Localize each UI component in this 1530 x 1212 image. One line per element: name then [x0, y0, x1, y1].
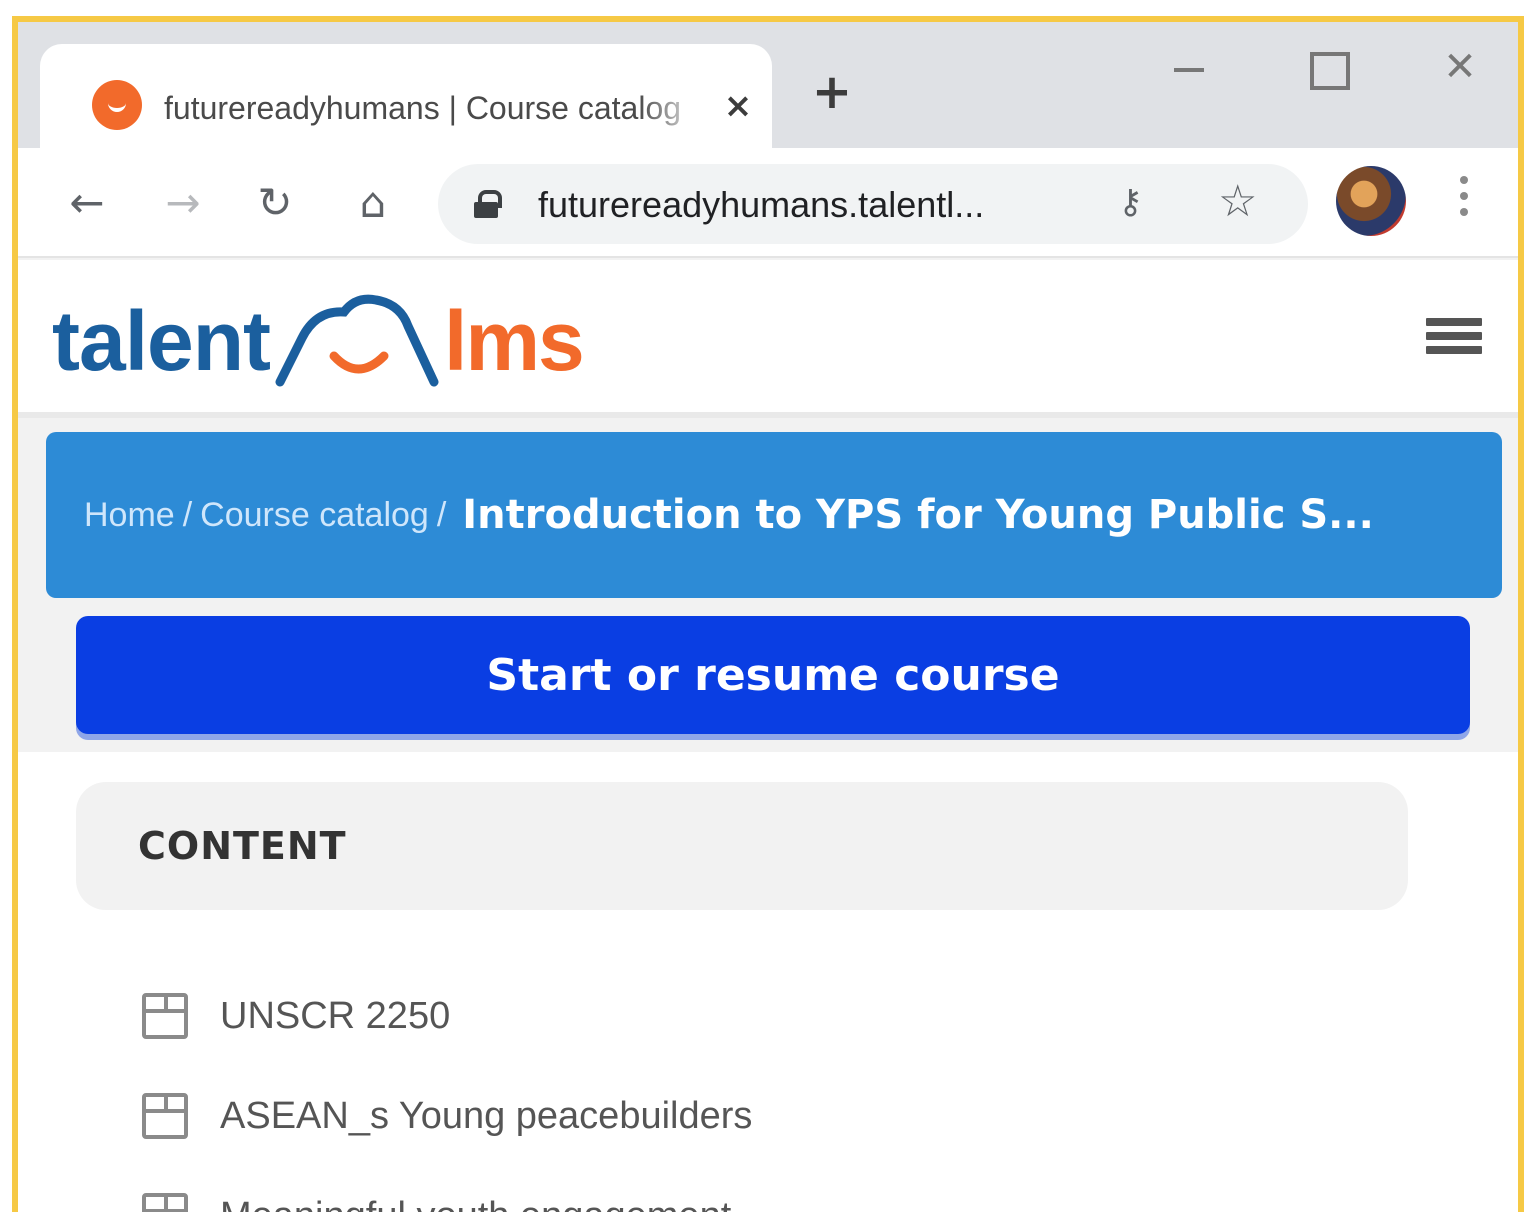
unit-content-icon — [142, 1093, 188, 1139]
back-arrow-icon[interactable]: ← — [62, 178, 112, 228]
unit-content-icon — [142, 993, 188, 1039]
breadcrumb: Home / Course catalog / Introduction to … — [46, 432, 1502, 598]
bookmark-star-icon[interactable]: ☆ — [1218, 176, 1257, 227]
content-header: CONTENT — [76, 782, 1408, 910]
home-icon[interactable]: ⌂ — [348, 178, 398, 228]
browser-tab[interactable]: futurereadyhumans | Course catalog × — [40, 44, 772, 154]
tab-strip: futurereadyhumans | Course catalog × + ✕ — [18, 22, 1518, 154]
start-resume-course-button[interactable]: Start or resume course — [76, 616, 1470, 734]
logo-text-lms: lms — [444, 294, 585, 388]
unit-list: UNSCR 2250 ASEAN_s Young peacebuilders M… — [142, 966, 1242, 1212]
forward-arrow-icon[interactable]: → — [158, 178, 208, 228]
lock-icon[interactable] — [474, 190, 502, 218]
browser-window: futurereadyhumans | Course catalog × + ✕… — [12, 16, 1524, 1212]
window-close-button[interactable]: ✕ — [1430, 44, 1490, 94]
site-header: talent lms — [18, 260, 1518, 418]
address-bar[interactable]: futurereadyhumans.talentl... ⚷ ☆ — [438, 164, 1308, 244]
list-item[interactable]: ASEAN_s Young peacebuilders — [142, 1066, 1242, 1166]
content-title: CONTENT — [138, 824, 347, 868]
course-content-section: CONTENT UNSCR 2250 ASEAN_s Young peacebu… — [18, 752, 1518, 1212]
reload-icon[interactable]: ↻ — [250, 178, 300, 228]
breadcrumb-current-course: Introduction to YPS for Young Public S..… — [462, 492, 1374, 538]
minimize-button[interactable] — [1158, 44, 1218, 94]
browser-toolbar: ← → ↻ ⌂ futurereadyhumans.talentl... ⚷ ☆ — [18, 148, 1518, 258]
tab-close-icon[interactable]: × — [720, 88, 756, 124]
list-item[interactable]: Meaningful youth engagement — [142, 1166, 1242, 1212]
breadcrumb-separator: / — [182, 495, 193, 534]
maximize-button[interactable] — [1296, 44, 1356, 94]
browser-menu-icon[interactable] — [1454, 172, 1474, 232]
breadcrumb-course-catalog-link[interactable]: Course catalog — [200, 496, 429, 535]
site-favicon-icon — [92, 80, 142, 130]
list-item[interactable]: UNSCR 2250 — [142, 966, 1242, 1066]
url-text[interactable]: futurereadyhumans.talentl... — [538, 184, 1078, 226]
profile-avatar[interactable] — [1336, 166, 1406, 236]
unit-label: Meaningful youth engagement — [220, 1195, 731, 1212]
hamburger-menu-icon[interactable] — [1426, 318, 1482, 362]
talentlms-logo[interactable]: talent lms — [52, 280, 585, 390]
tab-title: futurereadyhumans | Course catalog — [164, 90, 682, 126]
new-tab-button[interactable]: + — [810, 68, 854, 116]
unit-label: UNSCR 2250 — [220, 994, 451, 1037]
unit-label: ASEAN_s Young peacebuilders — [220, 1094, 753, 1137]
key-icon[interactable]: ⚷ — [1118, 182, 1143, 222]
unit-content-icon — [142, 1193, 188, 1212]
logo-cloud-icon — [275, 294, 439, 387]
logo-text-talent: talent — [52, 294, 271, 388]
breadcrumb-home-link[interactable]: Home — [84, 496, 175, 535]
breadcrumb-separator: / — [436, 495, 447, 534]
